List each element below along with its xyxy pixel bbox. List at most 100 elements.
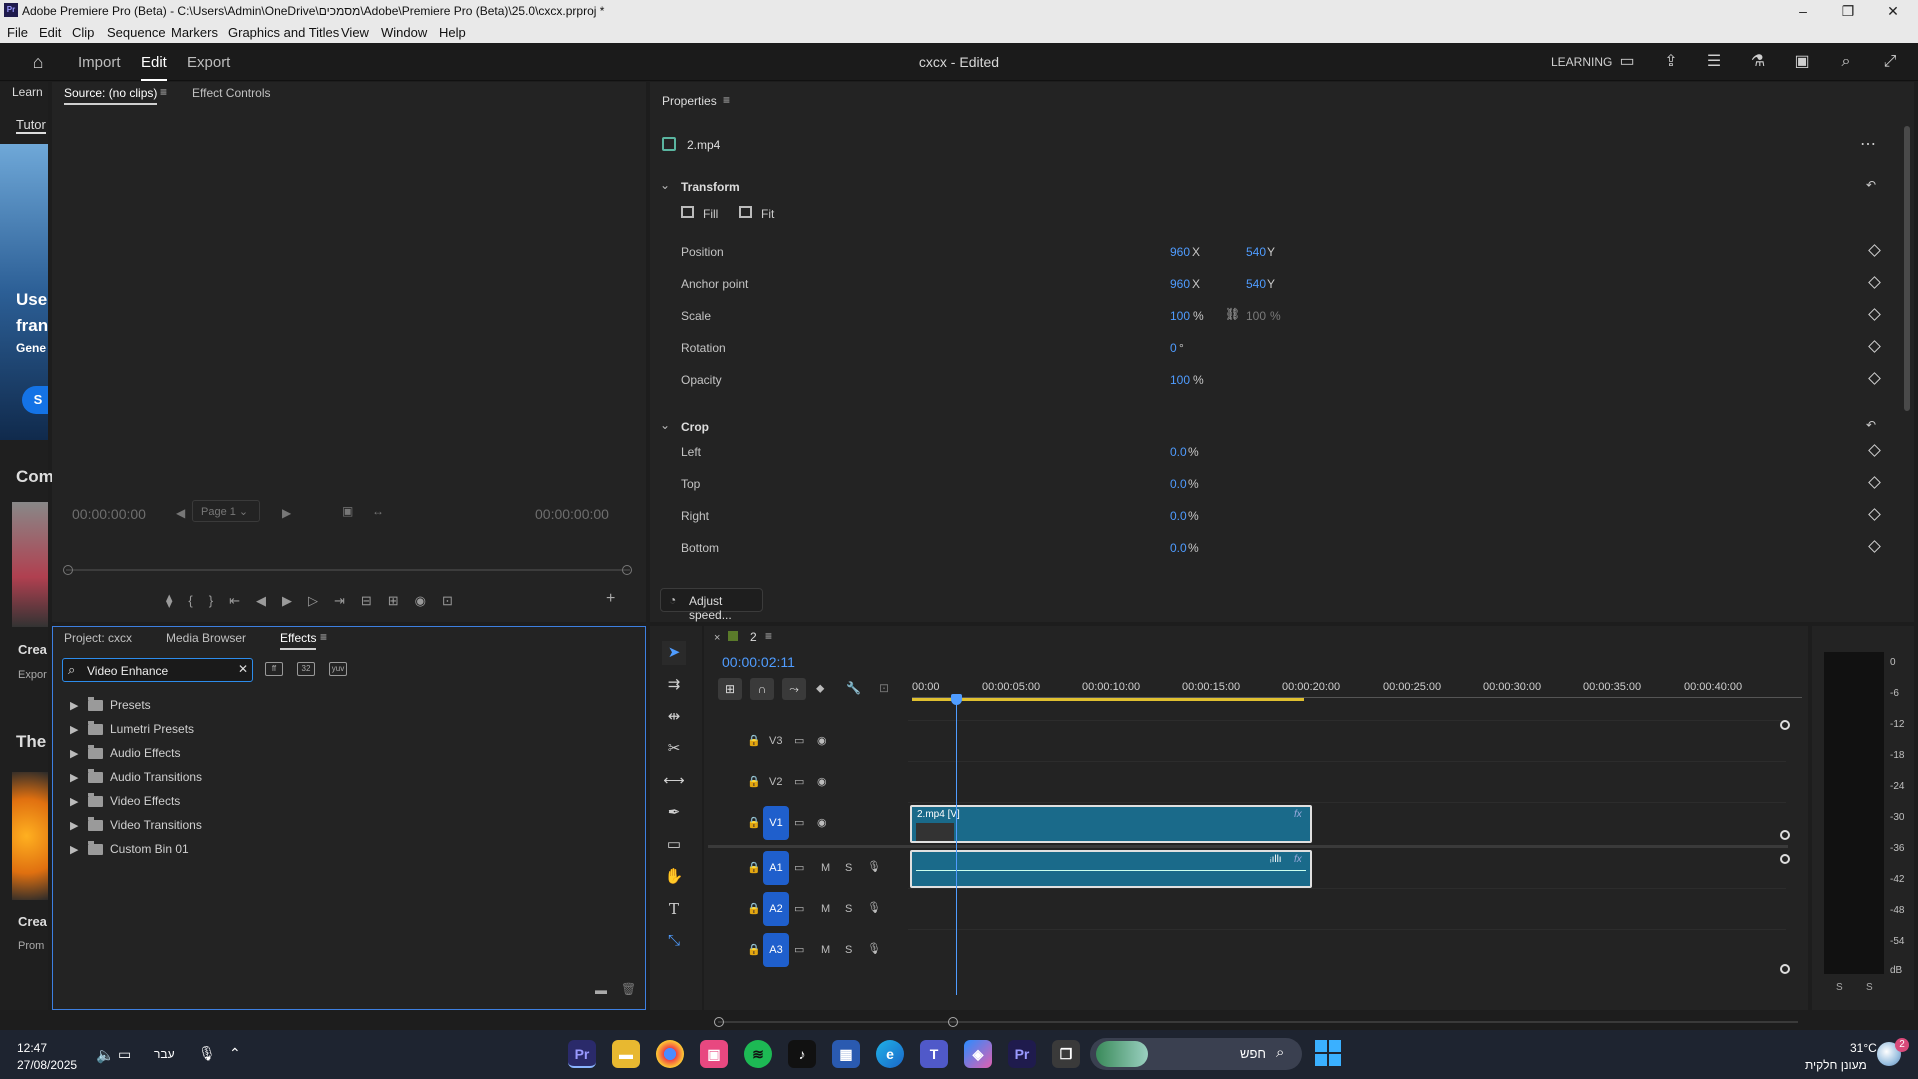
- chevron-down-icon[interactable]: ⌄: [660, 418, 670, 432]
- audio-volume-line[interactable]: [916, 870, 1306, 871]
- crop-right-value[interactable]: 0.0: [1170, 509, 1187, 523]
- search-icon[interactable]: ⌕: [1835, 51, 1857, 73]
- file-explorer-icon[interactable]: ▬: [612, 1040, 640, 1068]
- fill-button[interactable]: Fill: [703, 207, 718, 221]
- anchor-x-value[interactable]: 960: [1170, 277, 1190, 291]
- crop-bottom-value[interactable]: 0.0: [1170, 541, 1187, 555]
- selection-tool-icon[interactable]: ➤: [662, 641, 686, 665]
- source-transport-controls[interactable]: ⧫{}⇤◀▶▷⇥⊟⊞◉⊡: [166, 593, 586, 609]
- page-dropdown[interactable]: Page 1 ⌄: [192, 500, 260, 522]
- link-icon[interactable]: ⛓: [1225, 307, 1240, 321]
- fit-button[interactable]: Fit: [761, 207, 774, 221]
- scrubber-end-handle[interactable]: [622, 565, 632, 575]
- sync-lock-icon[interactable]: ▭: [794, 775, 804, 788]
- tab-media-browser[interactable]: Media Browser: [166, 631, 246, 645]
- chrome-icon[interactable]: [656, 1040, 684, 1068]
- position-x-value[interactable]: 960: [1170, 245, 1190, 259]
- menu-help[interactable]: Help: [439, 25, 466, 40]
- work-area-bar[interactable]: [912, 698, 1304, 701]
- track-select-tool-icon[interactable]: ⇉: [662, 673, 686, 697]
- workspace-panel-icon[interactable]: ▭: [1616, 51, 1638, 73]
- comments-icon[interactable]: ▣: [1791, 51, 1813, 73]
- opacity-value[interactable]: 100: [1170, 373, 1190, 387]
- delete-icon[interactable]: 🗑: [621, 982, 636, 996]
- notification-badge[interactable]: 2: [1895, 1038, 1909, 1052]
- edge-icon[interactable]: e: [876, 1040, 904, 1068]
- 32bit-effects-icon[interactable]: 32: [297, 662, 315, 676]
- rectangle-tool-icon[interactable]: ▭: [662, 833, 686, 857]
- tutorial-start-button[interactable]: S: [22, 386, 48, 414]
- generative-extend-tool-icon[interactable]: ⤡: [662, 929, 686, 953]
- windows-start-icon[interactable]: [1315, 1040, 1341, 1066]
- solo-button[interactable]: S: [845, 944, 852, 956]
- menu-clip[interactable]: Clip: [72, 25, 94, 40]
- add-button-icon[interactable]: +: [606, 590, 615, 608]
- next-page-icon[interactable]: ▶: [282, 506, 291, 520]
- menu-view[interactable]: View: [341, 25, 369, 40]
- panel-menu-icon[interactable]: ≡: [160, 85, 167, 99]
- tab-effect-controls[interactable]: Effect Controls: [192, 86, 270, 100]
- track-target-a2[interactable]: A2: [763, 892, 789, 926]
- tab-tutorials[interactable]: Tutor: [16, 117, 46, 134]
- menu-markers[interactable]: Markers: [171, 25, 218, 40]
- video-audio-divider[interactable]: [708, 845, 1788, 848]
- playhead-handle[interactable]: [951, 694, 962, 705]
- eye-icon[interactable]: ◉: [817, 775, 827, 788]
- network-icon[interactable]: ▭: [118, 1046, 131, 1063]
- position-y-value[interactable]: 540: [1246, 245, 1266, 259]
- speaker-icon[interactable]: 🔈: [96, 1046, 115, 1064]
- photos-icon[interactable]: ▣: [700, 1040, 728, 1068]
- video-clip[interactable]: 2.mp4 [V] fx: [910, 805, 1312, 843]
- solo-button[interactable]: S: [845, 903, 852, 915]
- microphone-icon[interactable]: 🎙: [867, 860, 881, 873]
- microphone-icon[interactable]: 🎙: [867, 901, 881, 914]
- meter-solo-left[interactable]: S: [1836, 982, 1843, 993]
- panel-menu-icon[interactable]: ≡: [723, 93, 730, 107]
- zoom-handle-left[interactable]: [714, 1017, 724, 1027]
- tab-learn[interactable]: Learn: [12, 85, 43, 99]
- slip-tool-icon[interactable]: ⟷: [662, 769, 686, 793]
- fill-icon[interactable]: [681, 206, 694, 218]
- sequence-name[interactable]: 2: [750, 630, 757, 644]
- minimize-button[interactable]: –: [1783, 1, 1823, 21]
- transform-section-title[interactable]: Transform: [681, 180, 740, 194]
- timeline-timecode[interactable]: 00:00:02:11: [722, 654, 795, 670]
- new-bin-icon[interactable]: ▬: [595, 983, 607, 997]
- source-scrubber[interactable]: [66, 569, 630, 571]
- copilot-icon[interactable]: ◈: [964, 1040, 992, 1068]
- track-label-v3[interactable]: V3: [769, 735, 782, 747]
- timeline-zoom-scrollbar[interactable]: [718, 1021, 1798, 1023]
- lock-icon[interactable]: 🔒: [747, 816, 761, 829]
- microphone-icon[interactable]: 🎙: [867, 942, 881, 955]
- menu-graphics-titles[interactable]: Graphics and Titles: [228, 25, 339, 40]
- ripple-edit-tool-icon[interactable]: ⇹: [662, 705, 686, 729]
- settings-square-icon[interactable]: ▣: [342, 504, 353, 518]
- prev-page-icon[interactable]: ◀: [176, 506, 185, 520]
- adjust-speed-button[interactable]: ◔ Adjust speed...: [660, 588, 763, 622]
- insert-sequence-nest-icon[interactable]: ⊞: [718, 678, 742, 700]
- menu-edit[interactable]: Edit: [39, 25, 61, 40]
- reset-icon[interactable]: ↶: [1866, 418, 1876, 432]
- more-options-icon[interactable]: ⋯: [1860, 134, 1876, 154]
- microphone-icon[interactable]: 🎙: [198, 1045, 216, 1062]
- sync-lock-icon[interactable]: ▭: [794, 861, 804, 874]
- captions-icon[interactable]: ⊡: [879, 681, 889, 695]
- properties-scrollbar[interactable]: [1904, 126, 1910, 411]
- type-tool-icon[interactable]: T: [662, 897, 686, 921]
- crop-left-value[interactable]: 0.0: [1170, 445, 1187, 459]
- close-sequence-icon[interactable]: ×: [714, 632, 720, 644]
- tutorial-thumbnail[interactable]: [12, 772, 48, 900]
- drag-icon[interactable]: ↔: [372, 504, 384, 518]
- lock-icon[interactable]: 🔒: [747, 734, 761, 747]
- anchor-y-value[interactable]: 540: [1246, 277, 1266, 291]
- wrench-icon[interactable]: 🔧: [846, 681, 861, 695]
- video-scroll-handle-bottom[interactable]: [1780, 830, 1790, 840]
- mute-button[interactable]: M: [821, 862, 830, 874]
- source-timecode-in[interactable]: 00:00:00:00: [72, 506, 146, 522]
- solo-button[interactable]: S: [845, 862, 852, 874]
- tiktok-icon[interactable]: ♪: [788, 1040, 816, 1068]
- eye-icon[interactable]: ◉: [817, 816, 827, 829]
- mute-button[interactable]: M: [821, 944, 830, 956]
- eye-icon[interactable]: ◉: [817, 734, 827, 747]
- beta-flask-icon[interactable]: ⚗: [1747, 51, 1769, 73]
